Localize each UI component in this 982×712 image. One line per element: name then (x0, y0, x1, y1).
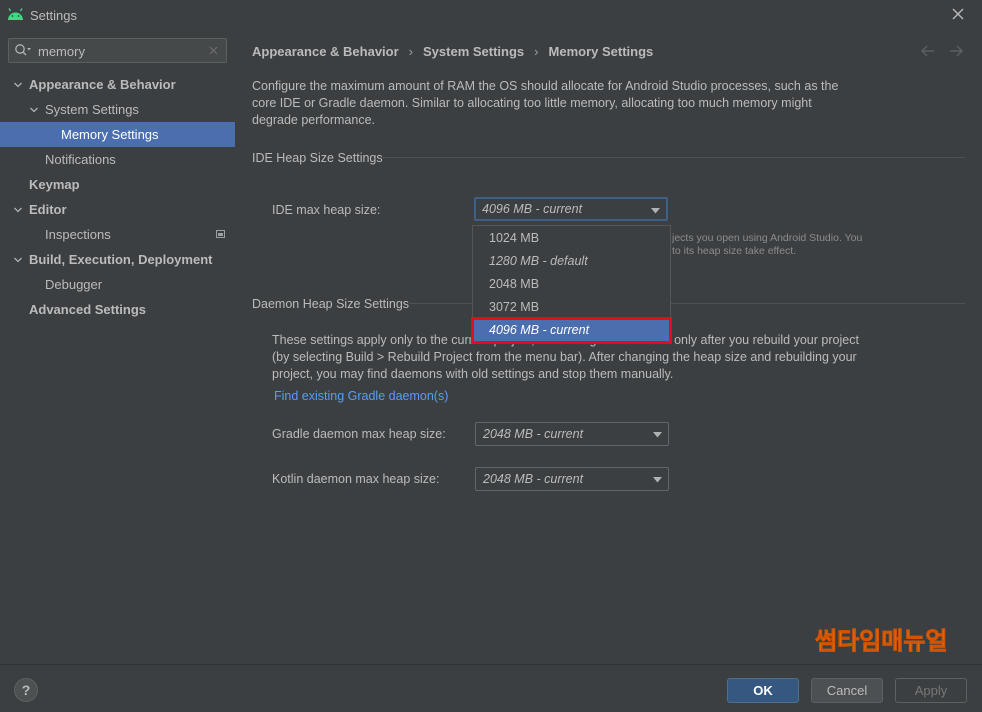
close-icon[interactable] (950, 6, 966, 22)
ide-heap-section-title: IDE Heap Size Settings (252, 151, 383, 165)
section-divider (381, 157, 965, 158)
dropdown-option-label: 1024 MB (489, 231, 540, 245)
watermark-logo: 썸타임매뉴얼 (815, 627, 948, 656)
help-button[interactable]: ? (14, 678, 38, 702)
dropdown-option-label: 2048 MB (489, 277, 540, 291)
breadcrumb-item: System Settings (423, 44, 525, 59)
breadcrumb: Appearance & Behavior › System Settings … (252, 44, 653, 59)
search-icon (15, 44, 31, 56)
dropdown-option-selected[interactable]: 4096 MB - current (471, 317, 672, 344)
navigation-arrows (921, 45, 963, 57)
chevron-down-icon[interactable] (29, 105, 39, 115)
forward-arrow-icon[interactable] (950, 45, 963, 57)
settings-sidebar: memory Appearance & Behavior System Sett… (0, 30, 235, 664)
sidebar-item-label: Notifications (45, 152, 116, 167)
dropdown-option-label: 4096 MB - current (489, 323, 590, 337)
dropdown-option-label: 3072 MB (489, 300, 540, 314)
android-icon (8, 8, 23, 20)
sidebar-item-system-settings[interactable]: System Settings (0, 97, 235, 122)
ide-heap-hint-line1: jects you open using Android Studio. You (672, 232, 863, 244)
kotlin-daemon-heap-select[interactable]: 2048 MB - current (475, 467, 669, 491)
cancel-button[interactable]: Cancel (811, 678, 883, 703)
dropdown-option[interactable]: 2048 MB (473, 273, 670, 296)
page-description: Configure the maximum amount of RAM the … (252, 79, 839, 127)
title-bar: Settings (0, 0, 982, 30)
dropdown-option[interactable]: 3072 MB (473, 296, 670, 319)
kotlin-daemon-heap-label: Kotlin daemon max heap size: (272, 472, 440, 486)
find-gradle-daemons-link[interactable]: Find existing Gradle daemon(s) (274, 389, 448, 403)
window-title: Settings (30, 8, 77, 23)
gradle-daemon-heap-select[interactable]: 2048 MB - current (475, 422, 669, 446)
chevron-down-icon (651, 208, 660, 214)
breadcrumb-separator-icon: › (534, 44, 539, 59)
sidebar-item-advanced-settings[interactable]: Advanced Settings (0, 297, 235, 322)
dropdown-option[interactable]: 1024 MB (473, 227, 670, 250)
ide-max-heap-label: IDE max heap size: (272, 203, 381, 217)
breadcrumb-item: Memory Settings (548, 44, 654, 59)
sidebar-item-label: Editor (29, 202, 67, 217)
back-arrow-icon[interactable] (921, 45, 934, 57)
project-settings-icon (216, 230, 225, 238)
apply-button[interactable]: Apply (895, 678, 967, 703)
ide-heap-hint-line2: to its heap size take effect. (672, 245, 797, 257)
sidebar-item-inspections[interactable]: Inspections (0, 222, 235, 247)
breadcrumb-separator-icon: › (408, 44, 414, 59)
dialog-footer: ? OK Cancel Apply (0, 664, 982, 712)
sidebar-item-appearance-behavior[interactable]: Appearance & Behavior (0, 72, 235, 97)
sidebar-item-label: System Settings (45, 102, 139, 117)
clear-search-icon[interactable] (208, 45, 219, 56)
sidebar-item-label: Keymap (29, 177, 80, 192)
dropdown-option-label: 1280 MB - default (489, 254, 588, 268)
sidebar-item-label: Inspections (45, 227, 111, 242)
sidebar-item-editor[interactable]: Editor (0, 197, 235, 222)
sidebar-item-label: Advanced Settings (29, 302, 147, 317)
settings-content: Appearance & Behavior › System Settings … (235, 30, 982, 664)
gradle-daemon-heap-value: 2048 MB - current (483, 427, 584, 441)
search-input[interactable]: memory (8, 38, 227, 63)
chevron-down-icon[interactable] (13, 205, 23, 215)
sidebar-item-notifications[interactable]: Notifications (0, 147, 235, 172)
sidebar-item-keymap[interactable]: Keymap (0, 172, 235, 197)
sidebar-item-debugger[interactable]: Debugger (0, 272, 235, 297)
ide-max-heap-value: 4096 MB - current (482, 202, 583, 216)
ide-max-heap-select[interactable]: 4096 MB - current (474, 197, 668, 221)
sidebar-item-label: Build, Execution, Deployment (29, 252, 213, 267)
gradle-daemon-heap-label: Gradle daemon max heap size: (272, 427, 446, 441)
sidebar-item-memory-settings[interactable]: Memory Settings (0, 122, 235, 147)
chevron-down-icon (653, 477, 662, 483)
chevron-down-icon[interactable] (13, 255, 23, 265)
sidebar-item-label: Memory Settings (61, 127, 159, 142)
sidebar-item-label: Debugger (45, 277, 103, 292)
chevron-down-icon (653, 432, 662, 438)
kotlin-daemon-heap-value: 2048 MB - current (483, 472, 584, 486)
dropdown-option[interactable]: 1280 MB - default (473, 250, 670, 273)
ide-max-heap-dropdown: 1024 MB 1280 MB - default 2048 MB 3072 M… (471, 225, 672, 344)
daemon-heap-section-title: Daemon Heap Size Settings (252, 297, 410, 311)
sidebar-item-build-execution-deployment[interactable]: Build, Execution, Deployment (0, 247, 235, 272)
ok-button[interactable]: OK (727, 678, 799, 703)
sidebar-item-label: Appearance & Behavior (29, 77, 176, 92)
chevron-down-icon[interactable] (13, 80, 23, 90)
breadcrumb-item: Appearance & Behavior (252, 44, 399, 59)
search-value: memory (38, 44, 85, 59)
